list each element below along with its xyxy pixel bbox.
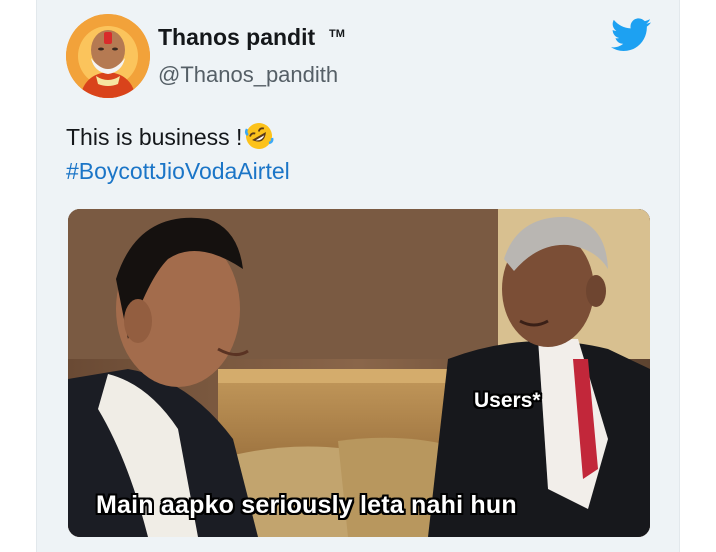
avatar[interactable]: [66, 14, 150, 98]
user-handle[interactable]: @Thanos_pandith: [158, 62, 338, 88]
rolling-on-floor-laughing-emoji: [245, 123, 274, 149]
twitter-bird-icon[interactable]: [611, 18, 651, 52]
tweet-media[interactable]: Users* Main aapko seriously leta nahi hu…: [68, 209, 650, 537]
meme-caption: Main aapko seriously leta nahi hun: [96, 491, 517, 519]
meme-image: [68, 209, 650, 537]
tweet-card: Thanos pandit TM @Thanos_pandith This is…: [36, 0, 680, 552]
avatar-image: [66, 14, 150, 98]
trademark-mark: TM: [329, 28, 345, 40]
tweet-text-content: This is business !: [66, 124, 243, 150]
display-name[interactable]: Thanos pandit: [158, 24, 315, 51]
hashtag-link[interactable]: #BoycottJioVodaAirtel: [66, 156, 290, 186]
meme-label: Users*: [474, 389, 541, 412]
tweet-text: This is business !: [66, 121, 274, 152]
